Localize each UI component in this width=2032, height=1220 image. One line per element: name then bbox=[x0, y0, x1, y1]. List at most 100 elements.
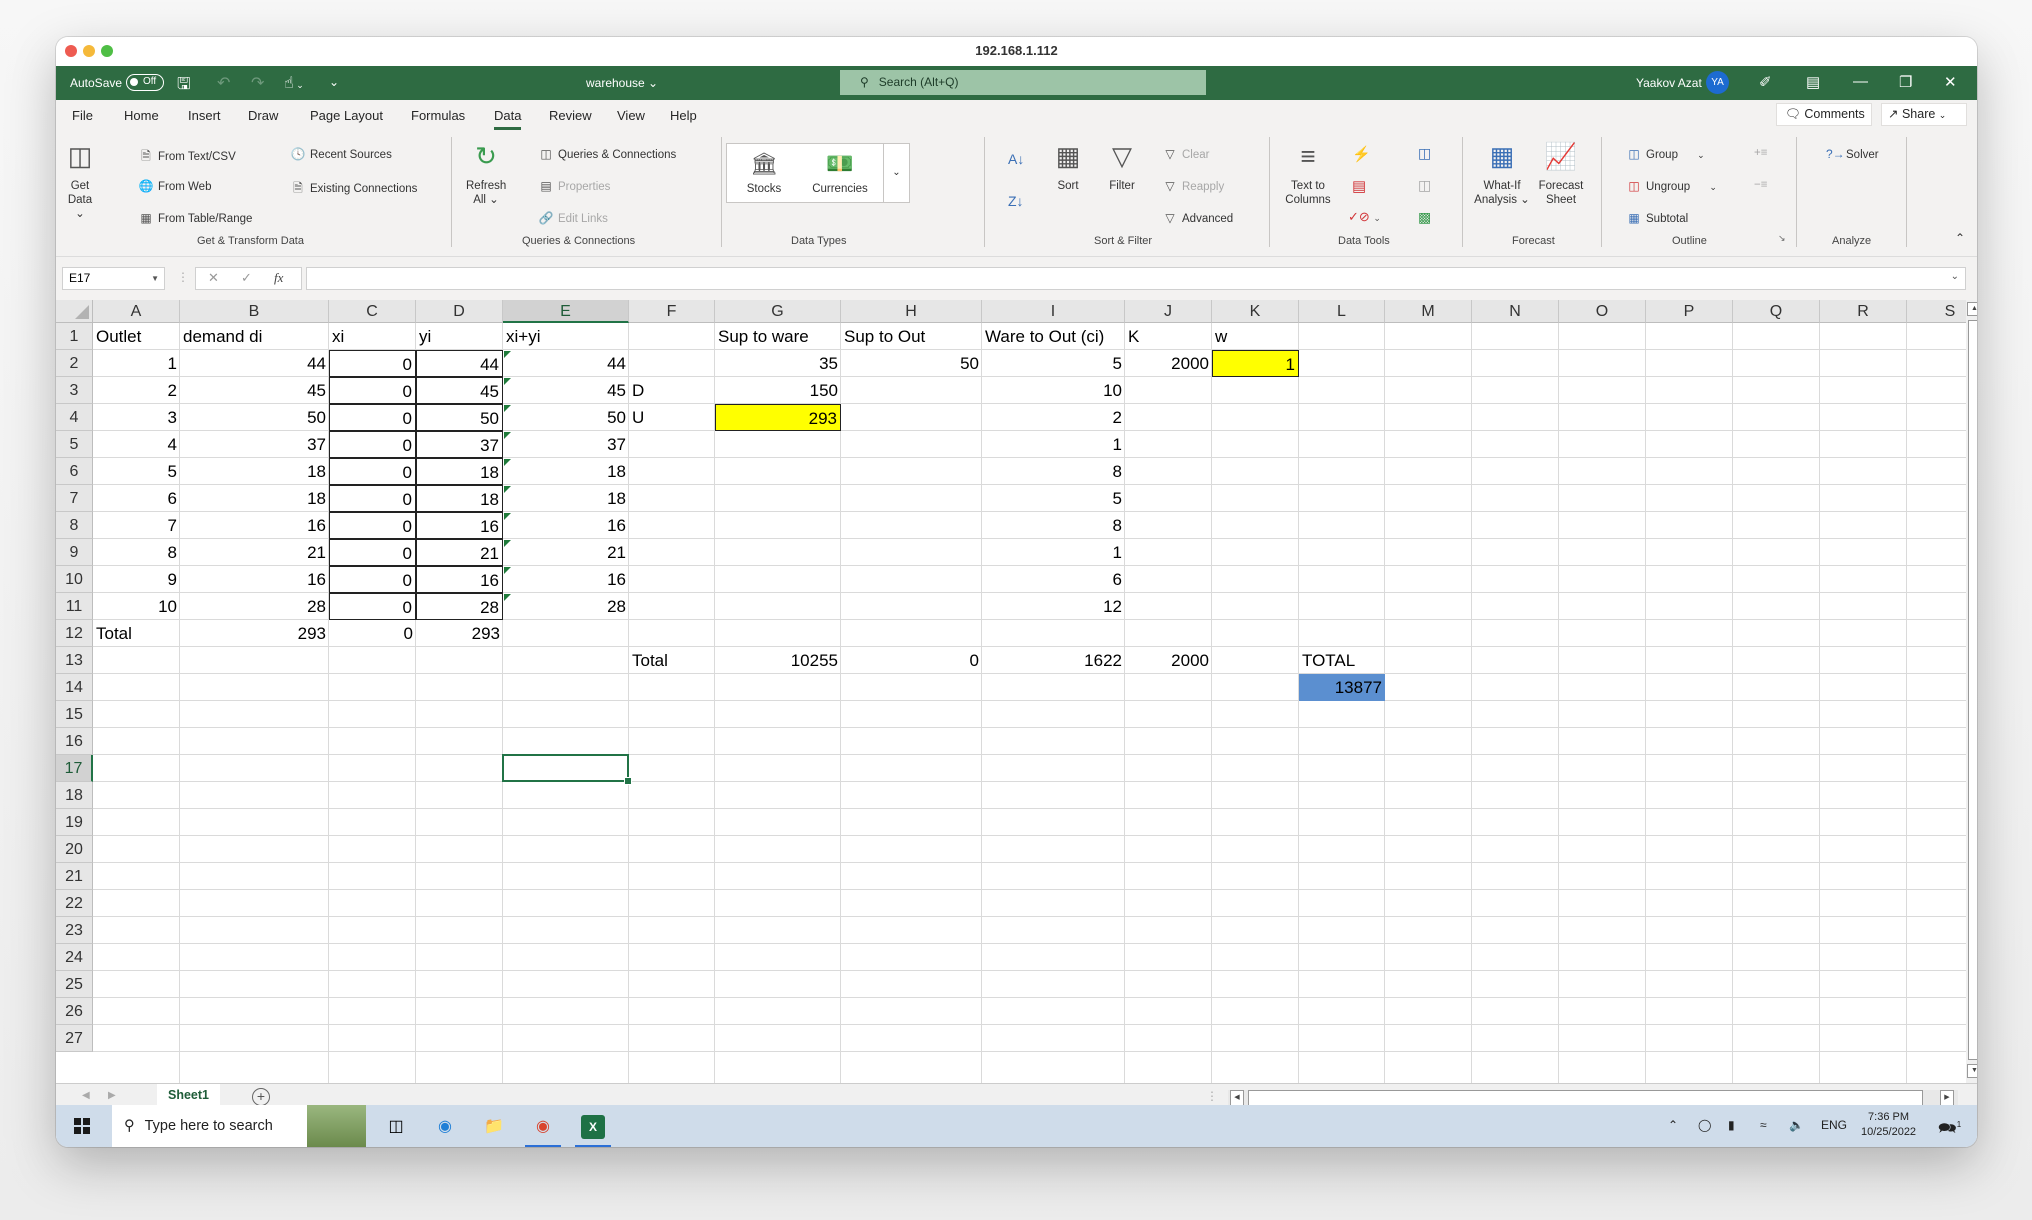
column-header-a[interactable]: A bbox=[93, 300, 180, 323]
cell-c1[interactable]: xi bbox=[329, 323, 416, 350]
row-header-13[interactable]: 13 bbox=[56, 647, 93, 674]
cell-d7[interactable]: 18 bbox=[416, 485, 503, 512]
sort-ascending-button[interactable]: A↓ bbox=[1008, 151, 1024, 167]
cell-b11[interactable]: 28 bbox=[180, 593, 329, 620]
cell-f4[interactable]: U bbox=[629, 404, 715, 431]
column-header-j[interactable]: J bbox=[1125, 300, 1212, 323]
row-header-17[interactable]: 17 bbox=[56, 755, 93, 782]
cell-d4[interactable]: 50 bbox=[416, 404, 503, 431]
row-header-4[interactable]: 4 bbox=[56, 404, 93, 431]
row-header-26[interactable]: 26 bbox=[56, 998, 93, 1025]
share-button[interactable]: ↗ Share ⌄ bbox=[1881, 103, 1967, 126]
windows-start-icon[interactable] bbox=[74, 1118, 90, 1134]
error-indicator-icon[interactable] bbox=[504, 378, 511, 385]
add-sheet-icon[interactable]: + bbox=[252, 1088, 270, 1106]
cell-a6[interactable]: 5 bbox=[93, 458, 180, 485]
taskbar-clock[interactable]: 7:36 PM 10/25/2022 bbox=[1861, 1110, 1916, 1140]
currencies-button[interactable]: 💵 Currencies bbox=[805, 150, 875, 196]
cell-e1[interactable]: xi+yi bbox=[503, 323, 629, 350]
cell-g2[interactable]: 35 bbox=[715, 350, 841, 377]
row-header-6[interactable]: 6 bbox=[56, 458, 93, 485]
row-header-22[interactable]: 22 bbox=[56, 890, 93, 917]
insert-function-icon[interactable]: fx bbox=[274, 270, 283, 286]
notification-icon[interactable]: 🗪1 bbox=[1938, 1118, 1961, 1143]
scroll-up-arrow[interactable]: ▲ bbox=[1967, 302, 1977, 316]
document-title[interactable]: warehouse ⌄ bbox=[586, 76, 658, 90]
cell-d9[interactable]: 21 bbox=[416, 539, 503, 566]
horizontal-scrollbar[interactable]: ◀ ▶ bbox=[1228, 1090, 1958, 1106]
taskbar-search-box[interactable]: ⚲ Type here to search bbox=[112, 1105, 307, 1147]
column-header-m[interactable]: M bbox=[1385, 300, 1472, 323]
cell-a12[interactable]: Total bbox=[93, 620, 180, 647]
horizontal-scroll-thumb[interactable] bbox=[1248, 1090, 1923, 1106]
cell-j2[interactable]: 2000 bbox=[1125, 350, 1212, 377]
meet-now-icon[interactable]: ◯ bbox=[1698, 1118, 1711, 1132]
cell-i1[interactable]: Ware to Out (ci) bbox=[982, 323, 1125, 350]
cell-i13[interactable]: 1622 bbox=[982, 647, 1125, 674]
row-header-10[interactable]: 10 bbox=[56, 566, 93, 593]
data-types-more-button[interactable]: ⌄ bbox=[883, 144, 909, 202]
cell-b8[interactable]: 16 bbox=[180, 512, 329, 539]
cell-a2[interactable]: 1 bbox=[93, 350, 180, 377]
flash-fill-icon[interactable]: ⚡ bbox=[1352, 145, 1371, 163]
cell-f3[interactable]: D bbox=[629, 377, 715, 404]
existing-connections-button[interactable]: 🗎 Existing Connections bbox=[290, 179, 417, 200]
row-header-25[interactable]: 25 bbox=[56, 971, 93, 998]
cell-b1[interactable]: demand di bbox=[180, 323, 329, 350]
cell-e9[interactable]: 21 bbox=[503, 539, 629, 566]
cell-i9[interactable]: 1 bbox=[982, 539, 1125, 566]
cell-g3[interactable]: 150 bbox=[715, 377, 841, 404]
cell-l13[interactable]: TOTAL bbox=[1299, 647, 1385, 674]
cell-c6[interactable]: 0 bbox=[329, 458, 416, 485]
tab-file[interactable]: File bbox=[72, 108, 93, 123]
cell-e6[interactable]: 18 bbox=[503, 458, 629, 485]
cell-c4[interactable]: 0 bbox=[329, 404, 416, 431]
tab-draw[interactable]: Draw bbox=[248, 108, 278, 123]
column-header-f[interactable]: F bbox=[629, 300, 715, 323]
scrollbar-splitter[interactable]: ⋮ bbox=[1206, 1089, 1218, 1103]
error-indicator-icon[interactable] bbox=[504, 594, 511, 601]
row-header-3[interactable]: 3 bbox=[56, 377, 93, 404]
user-avatar[interactable]: YA bbox=[1706, 71, 1729, 94]
show-hidden-icons[interactable]: ⌃ bbox=[1668, 1118, 1678, 1132]
tab-help[interactable]: Help bbox=[670, 108, 697, 123]
close-icon[interactable]: ✕ bbox=[1944, 73, 1957, 91]
tab-home[interactable]: Home bbox=[124, 108, 159, 123]
file-explorer-icon[interactable]: 📁 bbox=[482, 1115, 506, 1139]
cell-i5[interactable]: 1 bbox=[982, 431, 1125, 458]
row-header-16[interactable]: 16 bbox=[56, 728, 93, 755]
customize-toolbar-icon[interactable]: ⌄ bbox=[329, 75, 339, 89]
scroll-down-arrow[interactable]: ▼ bbox=[1967, 1064, 1977, 1078]
sort-descending-button[interactable]: Z↓ bbox=[1008, 193, 1024, 209]
cell-a5[interactable]: 4 bbox=[93, 431, 180, 458]
cell-d1[interactable]: yi bbox=[416, 323, 503, 350]
error-indicator-icon[interactable] bbox=[504, 540, 511, 547]
cell-g13[interactable]: 10255 bbox=[715, 647, 841, 674]
edge-browser-icon[interactable]: ◉ bbox=[433, 1115, 457, 1139]
cell-b2[interactable]: 44 bbox=[180, 350, 329, 377]
error-indicator-icon[interactable] bbox=[504, 567, 511, 574]
column-header-p[interactable]: P bbox=[1646, 300, 1733, 323]
row-header-7[interactable]: 7 bbox=[56, 485, 93, 512]
name-box[interactable]: E17 ▼ bbox=[62, 267, 165, 290]
cell-c12[interactable]: 0 bbox=[329, 620, 416, 647]
clear-filter-button[interactable]: ▽ Clear bbox=[1162, 147, 1209, 161]
scroll-left-arrow[interactable]: ◀ bbox=[1230, 1090, 1244, 1106]
column-header-r[interactable]: R bbox=[1820, 300, 1907, 323]
from-web-button[interactable]: 🌐 From Web bbox=[138, 179, 212, 193]
row-header-5[interactable]: 5 bbox=[56, 431, 93, 458]
row-header-8[interactable]: 8 bbox=[56, 512, 93, 539]
task-view-icon[interactable]: ◫ bbox=[384, 1115, 408, 1139]
subtotal-button[interactable]: ▦ Subtotal bbox=[1626, 211, 1688, 225]
cell-c11[interactable]: 0 bbox=[329, 593, 416, 620]
filter-button[interactable]: ▽ Filter bbox=[1102, 139, 1142, 193]
cell-b5[interactable]: 37 bbox=[180, 431, 329, 458]
refresh-all-button[interactable]: ↻ Refresh All ⌄ bbox=[466, 139, 506, 207]
error-indicator-icon[interactable] bbox=[504, 351, 511, 358]
hide-detail-icon[interactable]: −≡ bbox=[1754, 179, 1767, 191]
from-text-csv-button[interactable]: 🗎 From Text/CSV bbox=[138, 147, 236, 168]
cell-e7[interactable]: 18 bbox=[503, 485, 629, 512]
recent-sources-button[interactable]: 🕓 Recent Sources bbox=[290, 147, 392, 161]
cell-a1[interactable]: Outlet bbox=[93, 323, 180, 350]
cell-a8[interactable]: 7 bbox=[93, 512, 180, 539]
